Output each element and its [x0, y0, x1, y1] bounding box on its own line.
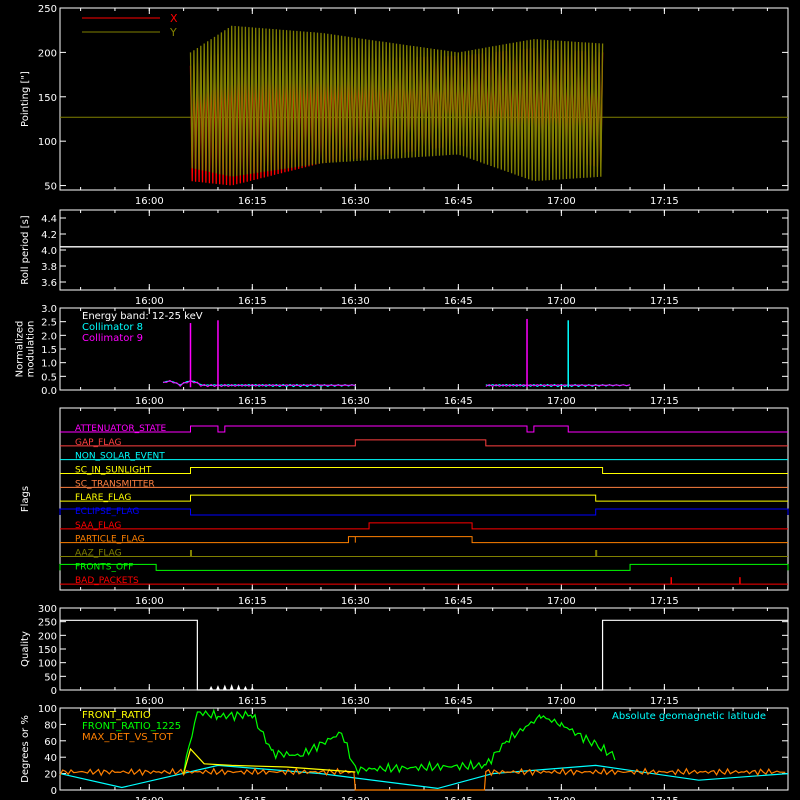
x-tick-label: 16:00: [135, 596, 164, 607]
flag-label: BAD_PACKETS: [75, 576, 139, 586]
y-axis-label: Quality: [20, 631, 31, 667]
flag-label: SC_TRANSMITTER: [75, 479, 155, 489]
y-tick-label: 80: [44, 720, 57, 731]
y-tick-label: 150: [38, 93, 57, 104]
ratio-legend-label: MAX_DET_VS_TOT: [82, 732, 174, 743]
x-tick-label: 16:15: [238, 396, 267, 407]
flag-label: SC_IN_SUNLIGHT: [75, 466, 152, 476]
modulation-legend-label: Collimator 8: [82, 322, 143, 333]
x-tick-label: 16:30: [341, 696, 370, 707]
ratio-legend-label: FRONT_RATIO: [82, 710, 151, 721]
x-tick-label: 16:15: [238, 696, 267, 707]
y-axis-label: Pointing ["]: [20, 71, 31, 127]
ratio-legend-label: FRONT_RATIO_1225: [82, 721, 181, 732]
x-tick-label: 16:45: [444, 396, 473, 407]
x-tick-label: 16:00: [135, 796, 164, 800]
y-tick-label: 40: [44, 753, 57, 764]
flag-label: SAA_FLAG: [75, 521, 121, 531]
x-tick-label: 17:15: [650, 396, 679, 407]
y-tick-label: 3.6: [41, 278, 57, 289]
y-tick-label: 3.0: [41, 304, 57, 315]
y-tick-label: 150: [38, 645, 57, 656]
x-tick-label: 17:15: [650, 196, 679, 207]
y-tick-label: 50: [44, 672, 57, 683]
y-tick-label: 100: [38, 137, 57, 148]
x-tick-label: 17:15: [650, 296, 679, 307]
flag-label: ECLIPSE_FLAG: [75, 507, 139, 517]
flag-label: NON_SOLAR_EVENT: [75, 452, 165, 462]
y-tick-label: 4.0: [41, 246, 57, 257]
y-tick-label: 4.4: [41, 214, 57, 225]
x-tick-label: 17:00: [547, 596, 576, 607]
modulation-legend-label: Energy band: 12-25 keV: [82, 311, 203, 322]
x-tick-label: 17:15: [650, 796, 679, 800]
y-tick-label: 2.5: [41, 318, 57, 329]
x-tick-label: 16:30: [341, 396, 370, 407]
y-axis-label: modulation: [26, 321, 37, 378]
y-tick-label: 60: [44, 737, 57, 748]
flag-label: ATTENUATOR_STATE: [75, 424, 167, 434]
x-tick-label: 16:00: [135, 196, 164, 207]
y-tick-label: 200: [38, 48, 57, 59]
y-tick-label: 250: [38, 4, 57, 15]
modulation-legend-label: Collimator 9: [82, 333, 143, 344]
y-tick-label: 0.0: [41, 386, 57, 397]
y-tick-label: 2.0: [41, 331, 57, 342]
y-tick-label: 50: [44, 182, 57, 193]
flag-label: GAP_FLAG: [75, 438, 121, 448]
x-tick-label: 16:00: [135, 696, 164, 707]
y-tick-label: 250: [38, 618, 57, 629]
y-tick-label: 4.2: [41, 230, 57, 241]
y-tick-label: 300: [38, 604, 57, 615]
legend-label-x: X: [170, 12, 178, 25]
y-tick-label: 100: [38, 659, 57, 670]
x-tick-label: 16:15: [238, 296, 267, 307]
x-tick-label: 17:00: [547, 296, 576, 307]
x-tick-label: 16:30: [341, 796, 370, 800]
y-tick-label: 200: [38, 631, 57, 642]
y-axis-label: Flags: [20, 486, 31, 512]
x-tick-label: 16:45: [444, 296, 473, 307]
y-tick-label: 100: [38, 704, 57, 715]
x-tick-label: 16:45: [444, 696, 473, 707]
flag-label: PARTICLE_FLAG: [75, 535, 145, 545]
rhessi-summary-figure: 16:00 16:15 16:30 16:45 17:00 17:15 50 100 150 20…: [0, 0, 800, 800]
x-tick-label: 16:45: [444, 196, 473, 207]
x-tick-label: 17:00: [547, 796, 576, 800]
x-tick-label: 17:15: [650, 596, 679, 607]
flag-label: FLARE_FLAG: [75, 493, 131, 503]
x-tick-label: 16:30: [341, 296, 370, 307]
y-tick-label: 3.8: [41, 262, 57, 273]
flag-label: FRONTS_OFF: [75, 562, 133, 572]
x-tick-label: 17:00: [547, 696, 576, 707]
x-tick-label: 16:15: [238, 196, 267, 207]
y-tick-label: 20: [44, 770, 57, 781]
x-tick-label: 16:15: [238, 596, 267, 607]
y-axis-label: Roll period [s]: [20, 215, 31, 284]
x-tick-label: 16:45: [444, 796, 473, 800]
y-axis-label: Degrees or %: [20, 715, 31, 783]
x-tick-label: 16:30: [341, 196, 370, 207]
x-tick-label: 17:00: [547, 396, 576, 407]
y-tick-label: 0: [51, 786, 57, 797]
y-tick-label: 1.5: [41, 345, 57, 356]
legend-label-y: Y: [169, 26, 177, 39]
y-axis-label: Normalized: [15, 321, 26, 378]
x-tick-label: 16:00: [135, 296, 164, 307]
x-tick-label: 16:15: [238, 796, 267, 800]
y-tick-label: 1.0: [41, 359, 57, 370]
x-tick-label: 16:45: [444, 596, 473, 607]
latitude-annotation: Absolute geomagnetic latitude: [612, 711, 766, 722]
x-tick-label: 16:00: [135, 396, 164, 407]
y-tick-label: 0: [51, 686, 57, 697]
x-tick-label: 16:30: [341, 596, 370, 607]
y-tick-label: 0.5: [41, 372, 57, 383]
flag-label: AAZ_FLAG: [75, 549, 122, 559]
x-tick-label: 17:15: [650, 696, 679, 707]
x-tick-label: 17:00: [547, 196, 576, 207]
